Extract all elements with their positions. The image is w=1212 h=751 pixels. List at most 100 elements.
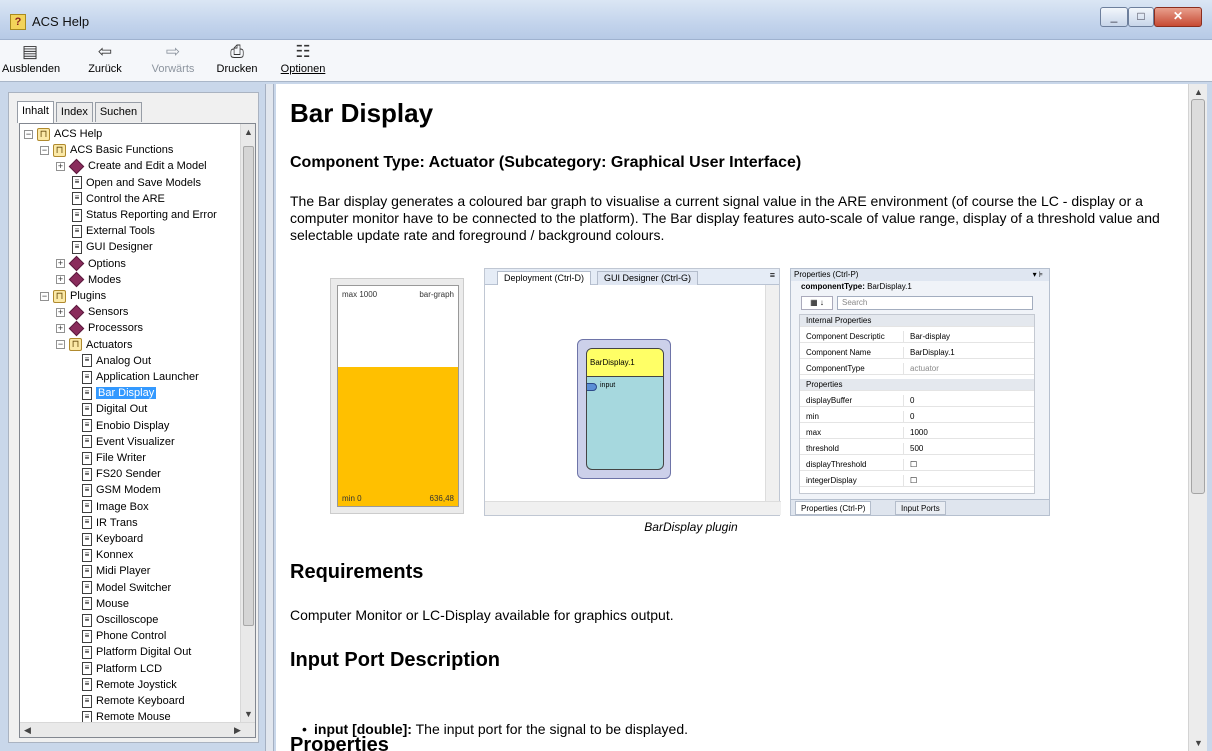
tree-item[interactable]: − ⊓ Actuators [56, 337, 132, 353]
contents-tree[interactable]: − ⊓ ACS Help − ⊓ ACS Basic Functions + Create a… [19, 123, 256, 738]
tree-item[interactable]: ≡ Remote Keyboard [82, 693, 185, 709]
forward-label: Vorwärts [151, 63, 195, 75]
property-value: 0 [910, 396, 915, 405]
tree-item[interactable]: ≡ Mouse [82, 596, 129, 612]
collapse-icon[interactable]: − [40, 291, 49, 301]
collapse-icon[interactable]: − [56, 340, 65, 350]
minimize-button[interactable]: _ [1100, 7, 1128, 27]
tree-item[interactable]: ≡ Phone Control [82, 628, 166, 644]
tree-item[interactable]: ≡ Platform Digital Out [82, 644, 191, 660]
property-key: threshold [806, 443, 904, 455]
tree-item[interactable]: ≡ Status Reporting and Error [72, 207, 217, 223]
scroll-down-icon[interactable]: ▼ [244, 709, 253, 719]
tree-item[interactable]: ≡ File Writer [82, 450, 146, 466]
maximize-button[interactable]: □ [1128, 7, 1154, 27]
tree-item[interactable]: ≡ Keyboard [82, 531, 143, 547]
scroll-up-icon[interactable]: ▲ [244, 127, 253, 137]
page-icon: ≡ [82, 354, 92, 368]
expand-icon[interactable]: + [56, 307, 65, 317]
tab-search[interactable]: Suchen [94, 102, 143, 122]
tree-vertical-scrollbar[interactable]: ▲ ▼ [240, 124, 255, 722]
tree-item-label: Analog Out [96, 354, 152, 367]
content-vertical-scrollbar[interactable]: ▲ ▼ [1188, 84, 1207, 751]
forward-button[interactable]: ⇨ Vorwärts [145, 42, 201, 80]
collapse-icon[interactable]: − [40, 145, 49, 155]
port-label: input [600, 382, 616, 389]
tab-contents[interactable]: Inhalt [17, 101, 54, 123]
property-key: integerDisplay [806, 475, 904, 487]
property-value: ☐ [910, 460, 918, 469]
expand-icon[interactable]: + [56, 323, 65, 333]
component-type-value: BarDisplay.1 [867, 282, 912, 291]
tree-item[interactable]: ≡ Enobio Display [82, 418, 169, 434]
scroll-down-icon[interactable]: ▼ [1194, 738, 1203, 748]
diamond-icon [68, 320, 85, 337]
diamond-icon [68, 255, 85, 272]
tree-item[interactable]: ≡ Bar Display [82, 385, 157, 401]
property-row: Component Name BarDisplay.1 [800, 347, 1034, 359]
book-icon: ⊓ [53, 289, 66, 303]
requirements-text: Computer Monitor or LC-Display available… [290, 607, 674, 623]
tree-item[interactable]: ≡ Event Visualizer [82, 434, 175, 450]
page-icon: ≡ [72, 192, 82, 206]
tree-item-label: Control the ARE [86, 192, 165, 205]
tree-item-label: Remote Joystick [96, 678, 177, 691]
content-scroll-thumb[interactable] [1191, 99, 1205, 494]
tree-item-label: Open and Save Models [86, 176, 201, 189]
tree-item[interactable]: ≡ Control the ARE [72, 191, 165, 207]
component-type-heading: Component Type: Actuator (Subcategory: G… [290, 154, 802, 171]
expand-icon[interactable]: + [56, 259, 65, 269]
tree-item[interactable]: ≡ External Tools [72, 223, 155, 239]
tree-item[interactable]: ≡ Open and Save Models [72, 175, 201, 191]
pane-splitter[interactable] [265, 84, 274, 751]
tree-item[interactable]: − ⊓ ACS Help [24, 126, 102, 142]
tab-index[interactable]: Index [55, 102, 93, 122]
bar-fill [338, 367, 458, 506]
tree-item[interactable]: ≡ FS20 Sender [82, 466, 161, 482]
tree-item[interactable]: − ⊓ ACS Basic Functions [40, 142, 173, 158]
expand-icon[interactable]: + [56, 161, 65, 171]
tree-item[interactable]: ≡ Analog Out [82, 353, 151, 369]
tree-item[interactable]: + Options [56, 255, 126, 272]
print-button[interactable]: ⎙ Drucken [212, 42, 262, 80]
tree-item[interactable]: ≡ IR Trans [82, 515, 138, 531]
tree-item[interactable]: + Sensors [56, 304, 128, 321]
page-icon: ≡ [82, 613, 92, 627]
diamond-icon [68, 272, 85, 288]
tree-item[interactable]: + Create and Edit a Model [56, 158, 207, 175]
page-icon: ≡ [82, 402, 92, 416]
tree-item[interactable]: + Processors [56, 320, 143, 337]
menu-icon: ≡ [769, 270, 775, 280]
window-border [1207, 84, 1212, 751]
back-button[interactable]: ⇦ Zurück [82, 42, 128, 80]
tree-item[interactable]: + Modes [56, 272, 121, 288]
close-button[interactable]: ✕ [1154, 7, 1202, 27]
tree-item[interactable]: ≡ Platform LCD [82, 661, 162, 677]
tree-item[interactable]: ≡ Model Switcher [82, 580, 171, 596]
tree-horizontal-scrollbar[interactable]: ◀ ▶ [20, 722, 255, 737]
options-button[interactable]: ☷ Optionen [278, 42, 328, 80]
tree-item[interactable]: ≡ Image Box [82, 499, 149, 515]
tree-item[interactable]: − ⊓ Plugins [40, 288, 106, 304]
scroll-up-icon[interactable]: ▲ [1194, 87, 1203, 97]
hide-button[interactable]: ▤ Ausblenden [2, 42, 60, 80]
scroll-left-icon[interactable]: ◀ [24, 725, 31, 736]
tree-item[interactable]: ≡ Application Launcher [82, 369, 199, 385]
tree-scroll-thumb[interactable] [243, 146, 254, 626]
tree-item[interactable]: ≡ Konnex [82, 547, 133, 563]
property-key: ComponentType [806, 363, 904, 375]
collapse-icon[interactable]: − [24, 129, 33, 139]
tree-item[interactable]: ≡ Oscilloscope [82, 612, 158, 628]
tree-item-label: FS20 Sender [96, 468, 161, 481]
tree-item-label: Mouse [96, 597, 130, 610]
book-icon: ⊓ [53, 143, 66, 157]
expand-icon[interactable]: + [56, 275, 65, 285]
tree-item[interactable]: ≡ GSM Modem [82, 482, 161, 498]
scroll-right-icon[interactable]: ▶ [234, 725, 241, 736]
tree-item[interactable]: ≡ Remote Joystick [82, 677, 177, 693]
property-key: Internal Properties [806, 316, 872, 325]
tree-item[interactable]: ≡ GUI Designer [72, 239, 153, 255]
page-icon: ≡ [82, 629, 92, 643]
tree-item[interactable]: ≡ Digital Out [82, 401, 147, 417]
tree-item[interactable]: ≡ Midi Player [82, 563, 150, 579]
